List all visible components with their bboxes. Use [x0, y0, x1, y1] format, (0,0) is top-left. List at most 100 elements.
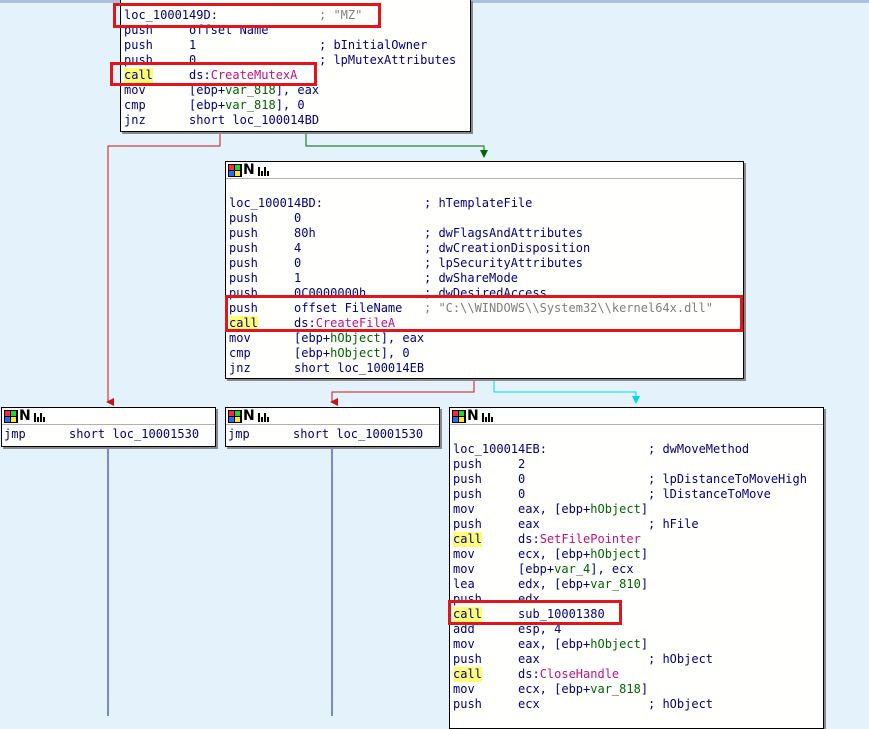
code-comment: ; hFile	[648, 517, 699, 531]
code-line[interactable]: mov [ebp+hObject], eax	[229, 331, 743, 346]
operand-text: short loc_100014EB	[294, 361, 425, 375]
code-line[interactable]: push 0	[229, 211, 743, 226]
basic-block-jmp-left[interactable]: N jmp short loc_10001530	[1, 407, 216, 447]
operand-text: ecx	[518, 697, 540, 711]
code-line[interactable]: push 0 ; lpDistanceToMoveHigh	[453, 472, 823, 487]
graph-node-icon	[228, 409, 242, 423]
code-line[interactable]: loc_100014EB: ; dwMoveMethod	[453, 442, 823, 457]
operand-suffix: ], 0	[275, 98, 305, 112]
mnemonic: push	[453, 517, 482, 531]
code-line[interactable]: lea edx, [ebp+var_810]	[453, 577, 823, 592]
code-line[interactable]: push 0 ; lDistanceToMove	[453, 487, 823, 502]
stack-variable[interactable]: var_4	[554, 562, 590, 576]
mnemonic: push	[453, 652, 482, 666]
operand-prefix: ds:	[518, 667, 540, 681]
node-bars-icon	[481, 411, 493, 422]
code-comment: ; dwFlagsAndAttributes	[424, 226, 583, 240]
operand-text: 1	[294, 271, 302, 285]
basic-block-100014BD[interactable]: N loc_100014BD: ; hTemplateFile push 0 push 8…	[225, 161, 744, 379]
code-line[interactable]: mov eax, [ebp+hObject]	[453, 502, 823, 517]
stack-variable[interactable]: var_810	[590, 577, 641, 591]
code-line[interactable]: push 1 ; bInitialOwner	[124, 38, 470, 53]
code-label[interactable]: loc_100014EB:	[453, 442, 547, 457]
code-line[interactable]: mov eax, [ebp+hObject]	[453, 637, 823, 652]
code-line[interactable]: mov ecx, [ebp+hObject]	[453, 547, 823, 562]
stack-variable[interactable]: hObject	[590, 637, 641, 651]
operand: ds:CloseHandle	[518, 667, 619, 682]
operand: 0	[518, 472, 525, 487]
operand: eax, [ebp+hObject]	[518, 637, 648, 652]
mnemonic: jnz	[229, 361, 251, 375]
stack-variable[interactable]: hObject	[590, 502, 641, 516]
operand-text: eax	[518, 517, 540, 531]
operand-prefix: ecx, [ebp+	[518, 547, 591, 561]
stack-variable[interactable]: hObject	[330, 331, 381, 345]
code-line[interactable]: jmp short loc_10001530	[4, 427, 215, 442]
operand-prefix: ecx, [ebp+	[518, 682, 591, 696]
operand-text: 0	[518, 487, 526, 501]
mnemonic: call	[453, 667, 482, 682]
code-line[interactable]: call ds:CloseHandle	[453, 667, 823, 682]
code-line[interactable]: cmp [ebp+hObject], 0	[229, 346, 743, 361]
mnemonic: jmp	[4, 427, 26, 441]
mnemonic: mov	[453, 682, 475, 696]
edge-true-mid	[493, 378, 640, 404]
code-line[interactable]: push eax ; hFile	[453, 517, 823, 532]
node-header: N	[226, 408, 439, 425]
code-line[interactable]: jmp short loc_10001530	[228, 427, 439, 442]
node-header: N	[450, 408, 823, 425]
code-comment: ; dwShareMode	[424, 271, 518, 285]
node-header: N	[226, 162, 743, 179]
code-line[interactable]: call ds:SetFilePointer	[453, 532, 823, 547]
code-line[interactable]: mov ecx, [ebp+var_818]	[453, 682, 823, 697]
operand-prefix: edx, [ebp+	[518, 577, 591, 591]
operand: ds:SetFilePointer	[518, 532, 641, 547]
code-line[interactable]: push 80h ; dwFlagsAndAttributes	[229, 226, 743, 241]
basic-block-jmp-center[interactable]: N jmp short loc_10001530	[225, 407, 440, 447]
code-line[interactable]: push 4 ; dwCreationDisposition	[229, 241, 743, 256]
node-bars-icon	[257, 165, 269, 176]
code-line[interactable]: push ecx ; hObject	[453, 697, 823, 712]
stack-variable[interactable]: var_818	[225, 98, 276, 112]
api-function-name[interactable]: CloseHandle	[540, 667, 619, 681]
operand: [ebp+hObject], eax	[294, 331, 424, 346]
operand: eax, [ebp+hObject]	[518, 502, 648, 517]
operand: short loc_10001530	[293, 427, 423, 442]
node-type-letter: N	[467, 408, 479, 424]
edge-false-mid	[330, 378, 475, 406]
mnemonic: push	[229, 241, 258, 255]
operand-prefix: [ebp+	[189, 98, 226, 112]
node-type-letter: N	[243, 408, 255, 424]
stack-variable[interactable]: hObject	[330, 346, 381, 360]
code-line[interactable]: jnz short loc_100014BD	[124, 113, 470, 128]
code-label[interactable]: loc_100014BD:	[229, 196, 323, 211]
code-line[interactable]: mov [ebp+var_4], ecx	[453, 562, 823, 577]
code-line[interactable]: loc_100014BD: ; hTemplateFile	[229, 196, 743, 211]
code-line[interactable]: cmp [ebp+var_818], 0	[124, 98, 470, 113]
code-line[interactable]: push 2	[453, 457, 823, 472]
code-line[interactable]: push eax ; hObject	[453, 652, 823, 667]
operand: [ebp+hObject], 0	[294, 346, 410, 361]
operand-suffix: ]	[640, 547, 649, 561]
edge-false-top	[106, 131, 221, 406]
operand-prefix: [ebp+	[518, 562, 555, 576]
operand-suffix: ]	[640, 502, 649, 516]
mnemonic: mov	[453, 562, 475, 576]
code-comment: ; lpDistanceToMoveHigh	[648, 472, 807, 486]
operand-text: 0	[518, 472, 526, 486]
operand: short loc_100014BD	[189, 113, 319, 128]
mnemonic: push	[453, 487, 482, 501]
operand-suffix: ]	[640, 637, 649, 651]
code-comment: ; lDistanceToMove	[648, 487, 771, 501]
basic-block-100014EB[interactable]: N loc_100014EB: ; dwMoveMethod push 2 push 0;…	[449, 407, 824, 729]
mnemonic: mov	[453, 637, 475, 651]
code-comment: ; hObject	[648, 697, 714, 711]
code-comment: ; hTemplateFile	[424, 196, 533, 210]
stack-variable[interactable]: hObject	[590, 547, 641, 561]
operand-text: short loc_100014BD	[189, 113, 320, 127]
code-line[interactable]: jnz short loc_100014EB	[229, 361, 743, 376]
api-function-name[interactable]: SetFilePointer	[540, 532, 641, 546]
code-line[interactable]: push 1 ; dwShareMode	[229, 271, 743, 286]
code-line[interactable]: push 0 ; lpSecurityAttributes	[229, 256, 743, 271]
stack-variable[interactable]: var_818	[590, 682, 641, 696]
